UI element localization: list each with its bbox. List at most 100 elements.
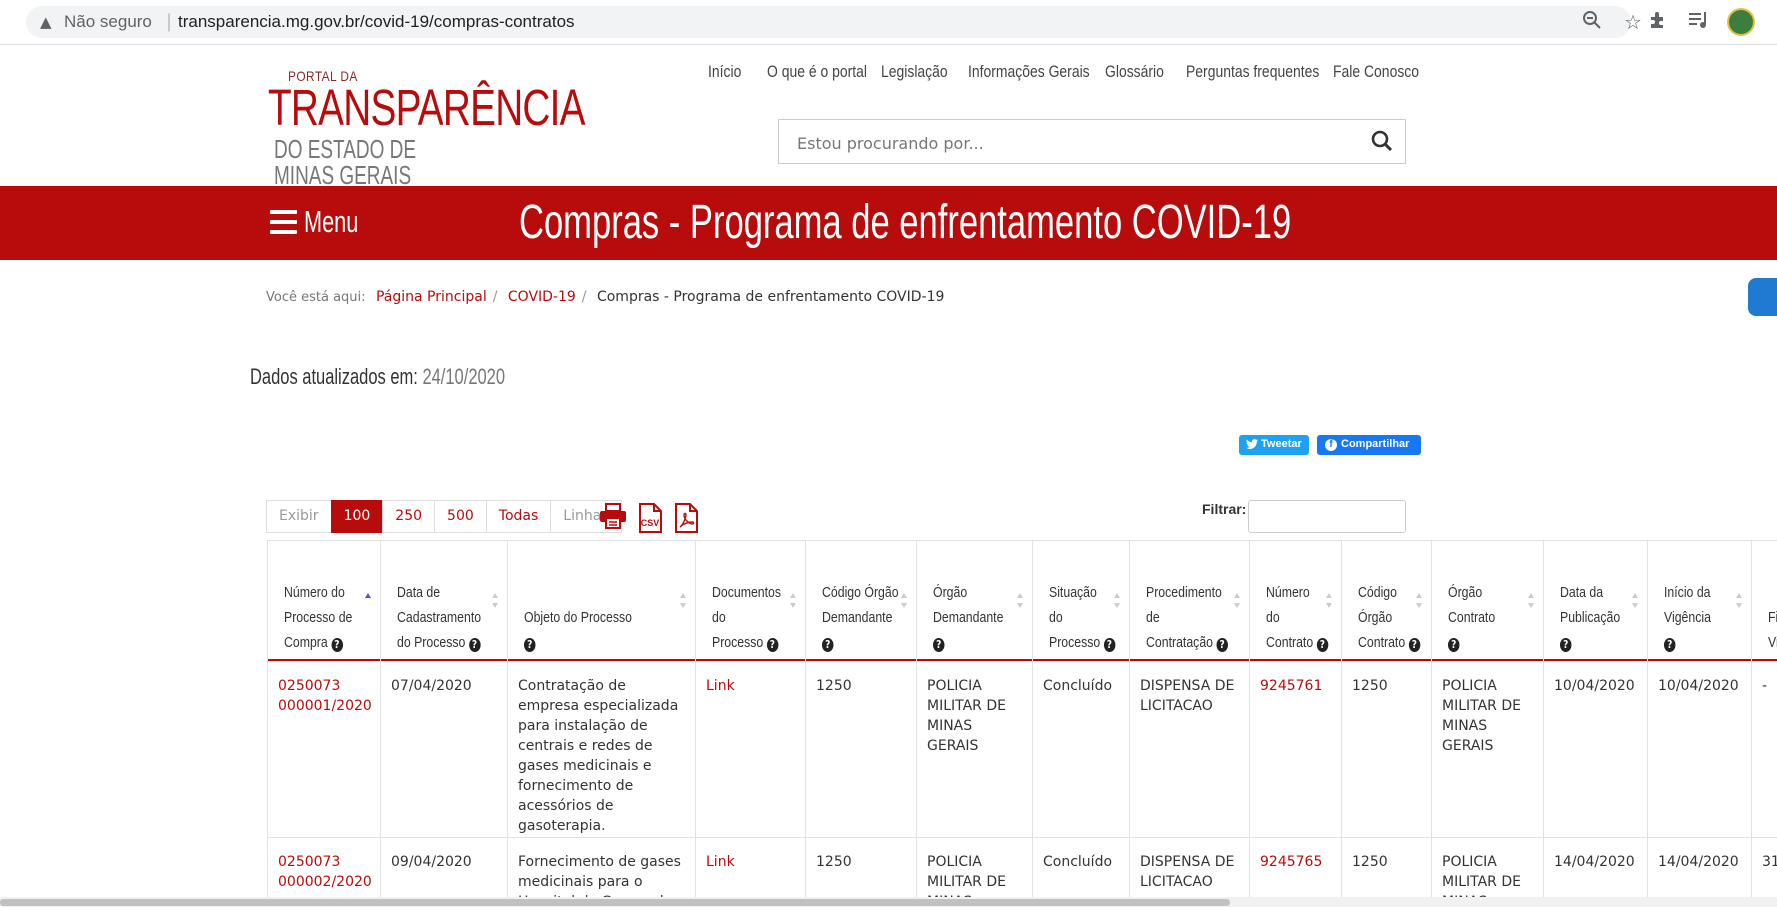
column-header-data-publicacao[interactable]: Data da Publicação? [1543,540,1647,661]
update-label: Dados atualizados em: [250,364,418,389]
help-icon[interactable]: ? [1560,638,1572,652]
header-line: Fi [1768,609,1777,626]
scrollbar-thumb[interactable] [0,899,1230,906]
share-button[interactable]: f Compartilhar [1317,435,1421,455]
column-header-procedimento[interactable]: Procedimento de Contratação ? [1129,540,1249,661]
column-header-inicio-vigencia[interactable]: Início da Vigência? [1647,540,1751,661]
sort-icon[interactable] [1017,593,1024,609]
nav-item-o-que-e[interactable]: O que é o portal [767,62,867,82]
sort-icon[interactable] [1234,593,1241,609]
url-text[interactable]: transparencia.mg.gov.br/covid-19/compras… [178,12,575,32]
help-icon[interactable]: ? [1103,638,1116,652]
table-cell-procedimento: DISPENSA DE LICITACAO [1129,661,1249,837]
pdf-export-icon[interactable] [673,503,699,537]
bookmark-star-icon[interactable]: ☆ [1624,10,1642,34]
address-bar[interactable]: ▲ Não seguro | transparencia.mg.gov.br/c… [26,6,1642,38]
sort-icon[interactable] [1416,593,1423,609]
help-icon[interactable]: ? [1664,638,1676,652]
sort-icon[interactable] [1736,593,1743,609]
header-line: Órgão [1448,584,1483,601]
hamburger-icon [270,210,297,234]
column-header-orgao-demandante[interactable]: Órgão Demandante? [916,540,1032,661]
header-line: Processo de [284,609,353,626]
nav-item-perguntas-frequentes[interactable]: Perguntas frequentes [1186,62,1319,82]
help-icon[interactable]: ? [1216,638,1228,652]
column-header-numero-processo[interactable]: Número do Processo de Compra ? [267,540,380,661]
table-cell-orgao-contrato: POLICIA MILITAR DE MINAS GERAIS [1431,661,1543,837]
nav-item-legislacao[interactable]: Legislação [881,62,948,82]
column-header-data-cadastramento[interactable]: Data de Cadastramento do Processo ? [380,540,507,661]
table-cell-numero-contrato[interactable]: 9245761 [1249,661,1341,837]
cell-value: - [1762,676,1767,696]
help-icon[interactable]: ? [524,638,536,652]
cell-value[interactable]: 0250073 000002/2020 [278,852,372,892]
sort-icon[interactable] [1528,593,1535,609]
column-header-codigo-orgao-contrato[interactable]: Código Órgão Contrato ? [1341,540,1431,661]
page-length-500[interactable]: 500 [434,500,487,533]
page-length-all[interactable]: Todas [485,500,552,533]
filter-input[interactable] [1248,500,1406,533]
table-cell-numero-processo[interactable]: 0250073 000001/2020 [267,661,380,837]
sort-icon[interactable] [492,593,499,609]
cell-line: MILITAR DE [927,698,1006,714]
nav-item-inicio[interactable]: Início [708,62,741,82]
security-label[interactable]: Não seguro [64,12,152,32]
column-header-situacao[interactable]: Situação do Processo ? [1032,540,1129,661]
cell-value[interactable]: Link [706,676,735,696]
help-icon[interactable]: ? [468,638,481,652]
help-icon[interactable]: ? [331,638,343,652]
table-cell-documentos[interactable]: Link [695,661,805,837]
search-icon[interactable] [1371,130,1393,156]
sort-ascending-icon[interactable] [365,593,372,609]
sort-icon[interactable] [1114,593,1121,609]
cell-line: LICITACAO [1140,698,1213,714]
breadcrumb: Você está aqui: Página Principal / COVID-… [266,289,944,305]
search-input[interactable] [795,129,1359,157]
nav-item-glossario[interactable]: Glossário [1105,62,1164,82]
warning-icon[interactable]: ▲ [40,13,52,31]
cell-value[interactable]: 0250073 000001/2020 [278,676,372,716]
nav-item-informacoes-gerais[interactable]: Informações Gerais [968,62,1090,82]
sort-icon[interactable] [1326,593,1333,609]
breadcrumb-home-link[interactable]: Página Principal [376,289,487,305]
sort-icon[interactable] [1632,593,1639,609]
help-icon[interactable]: ? [822,638,834,652]
breadcrumb-covid-link[interactable]: COVID-19 [508,289,576,305]
cell-line: Link [706,678,735,694]
tweet-button[interactable]: Tweetar [1239,435,1309,455]
extensions-icon[interactable] [1648,10,1668,34]
csv-export-icon[interactable]: CSV [637,503,663,537]
column-header-codigo-orgao-demandante[interactable]: Código Órgão Demandante? [805,540,916,661]
nav-item-fale-conosco[interactable]: Fale Conosco [1333,62,1419,82]
cell-line: Link [706,854,735,870]
profile-avatar[interactable] [1727,8,1755,36]
page-length-250[interactable]: 250 [382,500,436,533]
site-logo[interactable]: PORTAL DA TRANSPARÊNCIA DO ESTADO DE MIN… [268,68,586,188]
help-icon[interactable]: ? [1448,638,1460,652]
help-icon[interactable]: ? [933,638,945,652]
page-length-100[interactable]: 100 [330,500,384,533]
accessibility-hand-icon[interactable] [1748,278,1777,316]
column-header-documentos[interactable]: Documentos do Processo ? [695,540,805,661]
horizontal-scrollbar[interactable] [0,897,1777,907]
zoom-icon[interactable] [1581,9,1603,35]
cell-line: 10/04/2020 [1658,678,1739,694]
cell-value[interactable]: 9245761 [1260,676,1322,696]
help-icon[interactable]: ? [766,638,779,652]
column-header-objeto[interactable]: Objeto do Processo? [507,540,695,661]
sort-icon[interactable] [901,593,908,609]
help-icon[interactable]: ? [1408,638,1421,652]
cell-line: Concluído [1043,678,1113,694]
column-header-orgao-contrato[interactable]: Órgão Contrato? [1431,540,1543,661]
column-header-numero-contrato[interactable]: Número do Contrato ? [1249,540,1341,661]
column-header-fim-vigencia[interactable]: Fi Vi [1751,540,1777,661]
cell-value[interactable]: 9245765 [1260,852,1322,872]
cell-line: MINAS [1442,718,1488,734]
help-icon[interactable]: ? [1316,638,1329,652]
sort-icon[interactable] [790,593,797,609]
media-control-icon[interactable] [1688,10,1710,34]
cell-value[interactable]: Link [706,852,735,872]
header-line: Demandante [933,609,1004,626]
print-icon[interactable] [599,503,627,533]
sort-icon[interactable] [680,593,687,609]
